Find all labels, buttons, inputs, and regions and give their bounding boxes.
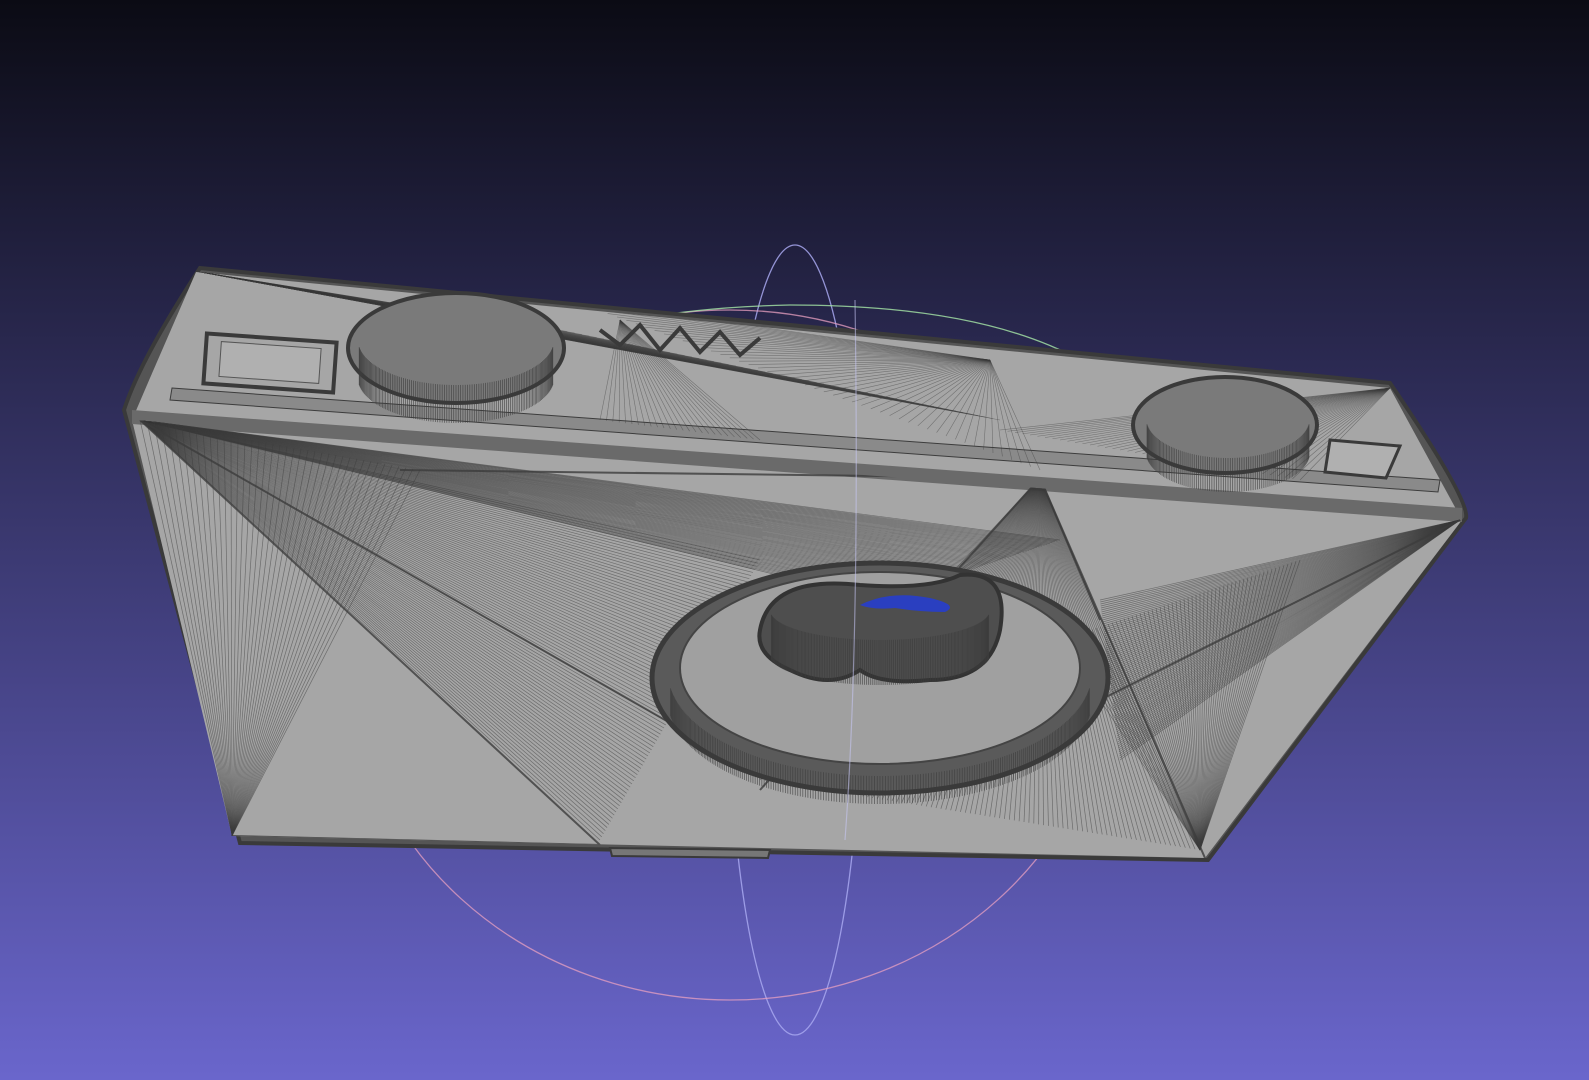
mesh-pocket-right [1323,438,1403,480]
3d-viewport[interactable] [0,0,1589,1080]
mesh-render-canvas[interactable] [0,0,1589,1080]
mesh-hole-top-right [1131,375,1319,492]
mesh-bottom-tab [608,846,772,860]
